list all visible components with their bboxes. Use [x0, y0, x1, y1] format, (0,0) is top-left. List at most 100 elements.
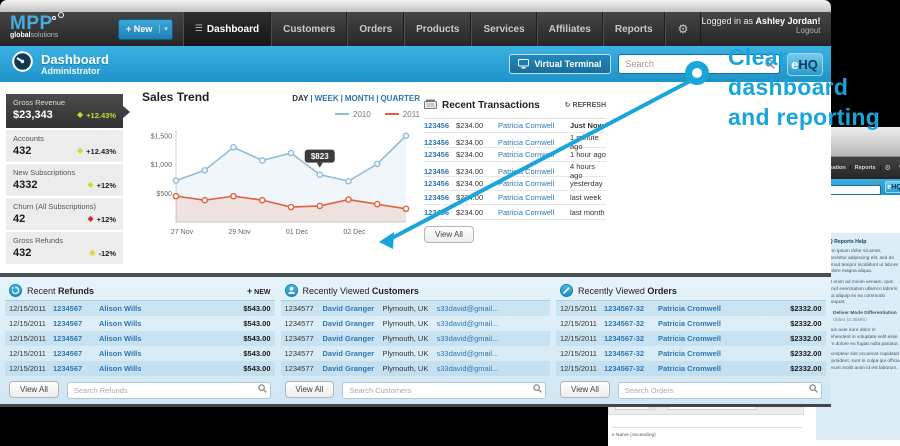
period-option-quarter[interactable]: QUARTER — [380, 94, 420, 103]
order-id-link[interactable]: 1234567-32 — [604, 319, 658, 328]
customer-email-link[interactable]: s33david@gmail... — [437, 349, 547, 358]
customer-name-link[interactable]: David Granger — [323, 349, 383, 358]
refresh-button[interactable]: ↻REFRESH — [565, 101, 606, 109]
table-row[interactable]: 12/15/20111234567-32Patricia Cromwell$23… — [556, 316, 826, 331]
table-row[interactable]: 12/15/20111234567Alison Wills$543.00 — [5, 316, 275, 331]
transaction-customer-link[interactable]: Patricia Cornwell — [498, 138, 570, 147]
nav-tab-dashboard[interactable]: ☰Dashboard — [183, 12, 271, 46]
table-row[interactable]: 1234577David GrangerPlymouth, UKs33david… — [281, 331, 551, 346]
transaction-id-link[interactable]: 123456 — [424, 150, 456, 159]
data-point-2011[interactable] — [317, 203, 322, 208]
table-row[interactable]: 1234577David GrangerPlymouth, UKs33david… — [281, 301, 551, 316]
table-row[interactable]: 12/15/20111234567-32Patricia Cromwell$23… — [556, 331, 826, 346]
sidebar-stat-churn-all-subscriptions[interactable]: Churn (All Subscriptions)42◆+12% — [6, 198, 123, 232]
data-point-2011[interactable] — [346, 197, 351, 202]
transaction-customer-link[interactable]: Patricia Cornwell — [498, 193, 570, 202]
data-point-2010[interactable] — [317, 172, 322, 177]
view-all-button[interactable]: View All — [9, 381, 59, 398]
table-row[interactable]: 12/15/20111234567-32Patricia Cromwell$23… — [556, 301, 826, 316]
order-id-link[interactable]: 1234567-32 — [604, 334, 658, 343]
data-point-2011[interactable] — [231, 194, 236, 199]
table-row[interactable]: 12/15/20111234567Alison Wills$543.00 — [5, 331, 275, 346]
nav-tab-reports[interactable]: Reports — [603, 12, 665, 46]
nav-tab-products[interactable]: Products — [404, 12, 471, 46]
view-all-button[interactable]: View All — [285, 381, 335, 398]
view-all-button[interactable]: View All — [560, 381, 610, 398]
transaction-customer-link[interactable]: Patricia Cornwell — [498, 167, 570, 176]
transaction-row[interactable]: 123456$234.00Patricia Cornwell4 hours ag… — [424, 162, 606, 176]
order-customer-link[interactable]: Patricia Cromwell — [658, 304, 722, 313]
period-option-day[interactable]: DAY — [292, 94, 308, 103]
order-customer-link[interactable]: Patricia Cromwell — [658, 349, 722, 358]
table-row[interactable]: 12/15/20111234567Alison Wills$543.00 — [5, 346, 275, 361]
customer-name-link[interactable]: David Granger — [323, 364, 383, 373]
data-point-2011[interactable] — [403, 206, 408, 211]
transaction-id-link[interactable]: 123456 — [424, 121, 456, 130]
data-point-2010[interactable] — [403, 133, 408, 138]
refund-id-link[interactable]: 1234567 — [53, 334, 99, 343]
gear-icon[interactable]: ⚙ — [665, 12, 702, 46]
table-row[interactable]: 1234577David GrangerPlymouth, UKs33david… — [281, 361, 551, 376]
customer-name-link[interactable]: David Granger — [323, 334, 383, 343]
sidebar-stat-gross-refunds[interactable]: Gross Refunds432◆-12% — [6, 232, 123, 266]
transaction-row[interactable]: 123456$234.00Patricia Cornwelllast week — [424, 191, 606, 205]
refund-id-link[interactable]: 1234567 — [53, 364, 99, 373]
transaction-row[interactable]: 123456$234.00Patricia CornwellJust Now — [424, 119, 606, 133]
customers-search-input[interactable] — [342, 382, 546, 399]
data-point-2010[interactable] — [288, 150, 293, 155]
nav-tab-customers[interactable]: Customers — [271, 12, 347, 46]
transaction-row[interactable]: 123456$234.00Patricia Cornwelllast month — [424, 205, 606, 219]
data-point-2011[interactable] — [375, 202, 380, 207]
transaction-customer-link[interactable]: Patricia Cornwell — [498, 179, 570, 188]
refund-id-link[interactable]: 1234567 — [53, 319, 99, 328]
refund-customer-link[interactable]: Alison Wills — [99, 304, 159, 313]
order-customer-link[interactable]: Patricia Cromwell — [658, 319, 722, 328]
data-point-2010[interactable] — [346, 179, 351, 184]
refund-customer-link[interactable]: Alison Wills — [99, 334, 159, 343]
sidebar-stat-accounts[interactable]: Accounts432◆+12.43% — [6, 130, 123, 164]
data-point-2011[interactable] — [173, 194, 178, 199]
orders-search-input[interactable] — [618, 382, 822, 399]
order-id-link[interactable]: 1234567-32 — [604, 304, 658, 313]
transaction-customer-link[interactable]: Patricia Cornwell — [498, 121, 570, 130]
table-row[interactable]: 1234577David GrangerPlymouth, UKs33david… — [281, 316, 551, 331]
back-nav-tab-reports[interactable]: Reports — [851, 165, 881, 171]
refund-id-link[interactable]: 1234567 — [53, 304, 99, 313]
transaction-customer-link[interactable]: Patricia Cornwell — [498, 150, 570, 159]
logout-link[interactable]: Logout — [701, 26, 820, 35]
nav-tab-orders[interactable]: Orders — [347, 12, 404, 46]
data-point-2011[interactable] — [260, 198, 265, 203]
data-point-2011[interactable] — [202, 198, 207, 203]
period-option-month[interactable]: MONTH — [345, 94, 374, 103]
customer-email-link[interactable]: s33david@gmail... — [437, 334, 547, 343]
nav-tab-affiliates[interactable]: Affiliates — [537, 12, 603, 46]
chevron-down-icon[interactable]: ▾ — [159, 25, 172, 33]
table-row[interactable]: 12/15/20111234567-32Patricia Cromwell$23… — [556, 346, 826, 361]
gear-icon[interactable]: ⚙ — [881, 164, 895, 172]
transaction-row[interactable]: 123456$234.00Patricia Cornwellyesterday — [424, 177, 606, 191]
refund-id-link[interactable]: 1234567 — [53, 349, 99, 358]
transaction-id-link[interactable]: 123456 — [424, 138, 456, 147]
table-row[interactable]: 12/15/20111234567Alison Wills$543.00 — [5, 361, 275, 376]
refund-customer-link[interactable]: Alison Wills — [99, 319, 159, 328]
transaction-id-link[interactable]: 123456 — [424, 179, 456, 188]
customer-email-link[interactable]: s33david@gmail... — [437, 364, 547, 373]
customer-name-link[interactable]: David Granger — [323, 319, 383, 328]
order-id-link[interactable]: 1234567-32 — [604, 349, 658, 358]
refunds-search-input[interactable] — [67, 382, 271, 399]
new-button[interactable]: + New ▾ — [118, 19, 173, 40]
customer-email-link[interactable]: s33david@gmail... — [437, 304, 547, 313]
transaction-row[interactable]: 123456$234.00Patricia Cornwell1 hour ago — [424, 148, 606, 162]
order-customer-link[interactable]: Patricia Cromwell — [658, 364, 722, 373]
table-row[interactable]: 1234577David GrangerPlymouth, UKs33david… — [281, 346, 551, 361]
data-point-2010[interactable] — [231, 145, 236, 150]
data-point-2010[interactable] — [173, 178, 178, 183]
key-icon[interactable] — [895, 164, 900, 173]
data-point-2011[interactable] — [288, 204, 293, 209]
data-point-2010[interactable] — [202, 168, 207, 173]
customer-name-link[interactable]: David Granger — [323, 304, 383, 313]
transaction-id-link[interactable]: 123456 — [424, 193, 456, 202]
transaction-id-link[interactable]: 123456 — [424, 167, 456, 176]
sidebar-stat-new-subscriptions[interactable]: New Subscriptions4332◆+12% — [6, 164, 123, 198]
data-point-2010[interactable] — [375, 161, 380, 166]
